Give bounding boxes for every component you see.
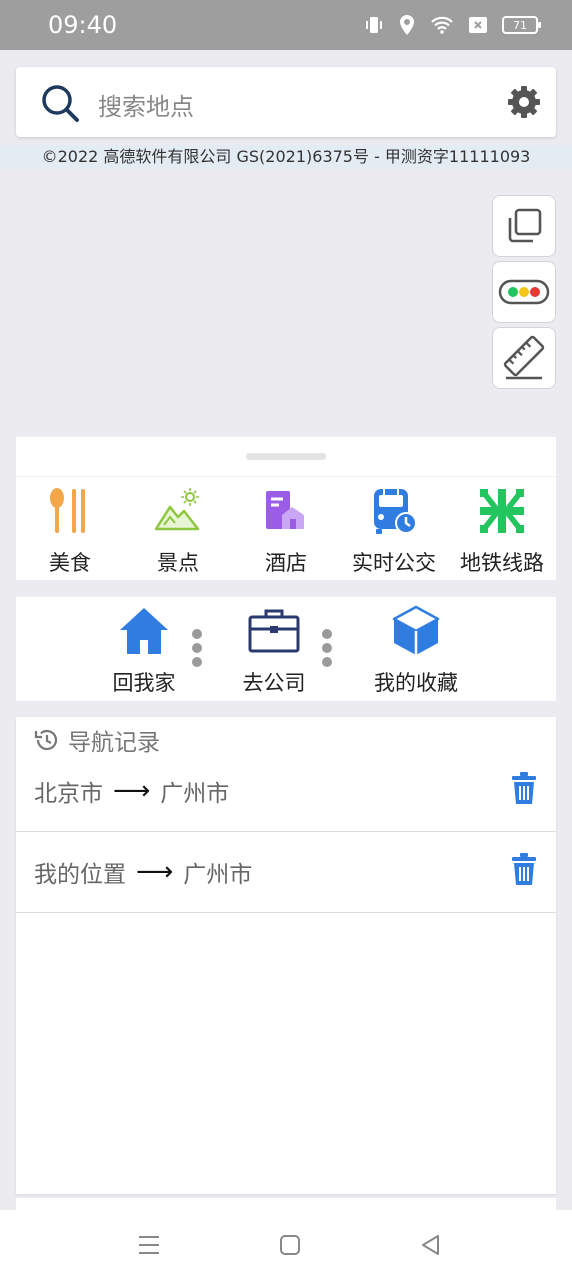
quick-actions: 回我家 去公司 我的收藏: [16, 597, 556, 701]
category-metro[interactable]: 地铁线路: [448, 477, 556, 580]
search-input[interactable]: 搜索地点: [98, 87, 194, 122]
category-label: 景点: [157, 551, 199, 575]
back-icon[interactable]: [418, 1232, 444, 1258]
arrow-right-icon: ⟶: [136, 857, 174, 887]
layers-icon: [508, 208, 542, 243]
history-icon: [34, 729, 58, 751]
status-icons: 71: [364, 14, 541, 36]
battery-icon: 71: [502, 16, 541, 34]
home-square-icon[interactable]: [277, 1232, 303, 1258]
route-to: 广州市: [160, 781, 230, 807]
go-home-button[interactable]: 回我家: [89, 603, 199, 697]
status-time: 09:40: [48, 11, 118, 39]
search-icon: [42, 85, 79, 122]
category-bus[interactable]: 实时公交: [340, 477, 448, 580]
map-copyright: ©2022 高德软件有限公司 GS(2021)6375号 - 甲测资字11111…: [0, 145, 572, 169]
panel-bottom: [16, 1198, 556, 1210]
location-icon: [398, 14, 416, 36]
quick-label: 我的收藏: [374, 671, 458, 695]
wifi-icon: [430, 15, 454, 35]
route-from: 我的位置: [34, 862, 126, 888]
route: 北京市 ⟶ 广州市: [34, 774, 229, 808]
route: 我的位置 ⟶ 广州市: [34, 855, 252, 889]
bus-icon: [374, 489, 417, 534]
route-from: 北京市: [34, 781, 103, 807]
sim-icon: [468, 16, 488, 34]
hotel-icon: [266, 491, 304, 529]
go-work-button[interactable]: 去公司: [219, 603, 329, 697]
box-icon: [392, 605, 440, 655]
navigation-history: 导航记录 北京市 ⟶ 广州市 我的位置 ⟶ 广州市: [16, 717, 556, 1194]
quick-label: 回我家: [112, 671, 176, 695]
category-row: 美食 景点 酒店 实时公交 地铁线路: [16, 476, 556, 580]
drag-handle[interactable]: [246, 453, 326, 460]
trash-icon[interactable]: [510, 772, 538, 806]
briefcase-icon: [248, 609, 300, 653]
scenic-icon: [154, 488, 200, 531]
category-hotel[interactable]: 酒店: [232, 477, 340, 580]
category-label: 酒店: [265, 551, 307, 575]
traffic-light-icon: [498, 279, 550, 305]
arrow-right-icon: ⟶: [113, 776, 151, 806]
menu-icon[interactable]: [136, 1232, 162, 1258]
separator-dots: [322, 629, 332, 667]
category-scenic[interactable]: 景点: [124, 477, 232, 580]
category-label: 美食: [49, 551, 91, 575]
favorites-button[interactable]: 我的收藏: [361, 603, 471, 697]
history-item[interactable]: 北京市 ⟶ 广州市: [16, 752, 556, 832]
category-food[interactable]: 美食: [16, 477, 124, 580]
category-label: 地铁线路: [460, 551, 544, 575]
system-nav-bar: [0, 1210, 572, 1280]
separator-dots: [192, 629, 202, 667]
metro-icon: [480, 489, 524, 533]
food-icon: [50, 488, 85, 533]
status-bar: 09:40 71: [0, 0, 572, 50]
search-bar[interactable]: 搜索地点: [16, 67, 556, 137]
quick-label: 去公司: [242, 671, 306, 695]
category-label: 实时公交: [352, 551, 436, 575]
gear-icon[interactable]: [506, 84, 542, 120]
vibrate-icon: [364, 15, 384, 35]
route-to: 广州市: [183, 862, 253, 888]
traffic-button[interactable]: [492, 261, 556, 323]
trash-icon[interactable]: [510, 853, 538, 887]
ruler-icon: [503, 335, 545, 380]
history-item[interactable]: 我的位置 ⟶ 广州市: [16, 833, 556, 913]
layers-button[interactable]: [492, 195, 556, 257]
home-icon: [120, 608, 168, 654]
ruler-button[interactable]: [492, 327, 556, 389]
